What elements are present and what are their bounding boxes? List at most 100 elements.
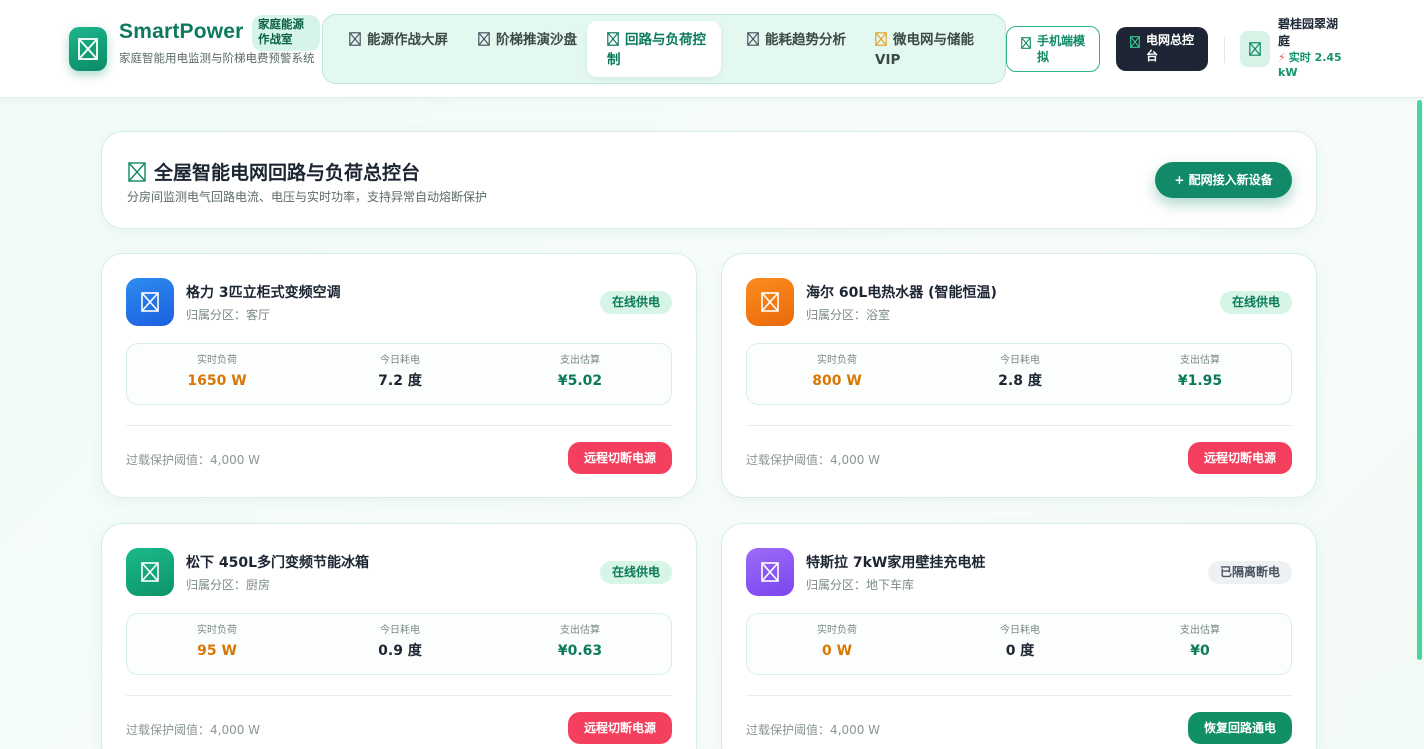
stat-load: 实时负荷 1650 W (127, 354, 307, 392)
device-stats-panel: 实时负荷 1650 W 今日耗电 7.2 度 支出估算 ¥5.02 (126, 343, 672, 405)
stat-label: 今日耗电 (1000, 625, 1040, 636)
stat-cost-value: ¥0.63 (557, 643, 603, 659)
nav-tab-label: 阶梯推演沙盘 (496, 32, 577, 48)
stat-energy: 今日耗电 7.2 度 (310, 354, 490, 392)
dashboard-icon (349, 32, 361, 46)
brand-name: SmartPower (119, 20, 244, 43)
overload-threshold: 过载保护阈值：4,000 W (126, 723, 261, 737)
stat-energy-value: 7.2 度 (378, 373, 422, 389)
device-card: 格力 3匹立柜式变频空调 归属分区：客厅 在线供电实时负荷 1650 W 今日耗电 7.2… (101, 253, 697, 498)
page-title-text: 全屋智能电网回路与负荷总控台 (154, 162, 421, 184)
stat-energy: 今日耗电 0.9 度 (310, 624, 490, 662)
page-scrollbar[interactable] (1417, 100, 1422, 660)
overload-threshold: 过载保护阈值：4,000 W (746, 453, 881, 467)
device-zone: 归属分区：浴室 (806, 308, 891, 322)
stat-label: 支出估算 (1180, 625, 1220, 636)
circuit-icon (607, 32, 619, 46)
refrigerator-icon (141, 562, 159, 582)
home-icon (1249, 42, 1261, 56)
control-panel-icon (128, 161, 146, 182)
stat-cost: 支出估算 ¥5.02 (490, 354, 670, 392)
trend-icon (747, 32, 759, 46)
stat-load-value: 95 W (197, 643, 237, 659)
stat-label: 今日耗电 (380, 355, 420, 366)
cut-power-button[interactable]: 远程切断电源 (1188, 442, 1292, 474)
device-zone: 归属分区：地下车库 (806, 578, 915, 592)
stat-load-value: 800 W (812, 373, 862, 389)
nav-tab-label: 回路与负荷控制 (607, 32, 706, 68)
device-icon-tile (746, 278, 794, 326)
user-avatar[interactable] (1240, 31, 1270, 67)
page-subtitle: 分房间监测电气回路电流、电压与实时功率，支持异常自动熔断保护 (127, 190, 488, 204)
stat-cost-value: ¥1.95 (1177, 373, 1223, 389)
status-badge: 在线供电 (1219, 291, 1292, 314)
stat-label: 今日耗电 (1000, 355, 1040, 366)
nav-tab-trend-analysis[interactable]: 能耗趋势分析 (727, 21, 861, 77)
cut-power-button[interactable]: 远程切断电源 (568, 442, 672, 474)
device-name: 海尔 60L电热水器 (智能恒温) (806, 285, 997, 301)
mobile-simulate-button[interactable]: 手机端模拟 (1006, 26, 1100, 72)
brand-badge: 家庭能源作战室 (252, 15, 320, 51)
user-community-name: 碧桂园翠湖庭 (1278, 17, 1339, 48)
ev-charger-icon (761, 562, 779, 582)
stat-energy: 今日耗电 0 度 (930, 624, 1110, 662)
logo (69, 27, 107, 71)
nav-tab-tier-sandbox[interactable]: 阶梯推演沙盘 (458, 21, 592, 77)
device-name: 松下 450L多门变频节能冰箱 (186, 555, 370, 571)
card-divider (746, 425, 1292, 426)
stat-cost-value: ¥0 (1190, 643, 1210, 659)
sandbox-icon (478, 32, 490, 46)
stat-label: 支出估算 (1180, 355, 1220, 366)
cut-power-button[interactable]: 远程切断电源 (568, 712, 672, 744)
device-name: 特斯拉 7kW家用壁挂充电桩 (806, 555, 986, 571)
device-icon-tile (746, 548, 794, 596)
air-conditioner-icon (141, 292, 159, 312)
overload-threshold: 过载保护阈值：4,000 W (126, 453, 261, 467)
status-badge: 在线供电 (599, 291, 672, 314)
header-divider (1224, 37, 1225, 63)
microgrid-icon (875, 32, 887, 46)
stat-label: 支出估算 (560, 355, 600, 366)
stat-load-value: 1650 W (187, 373, 247, 389)
nav-tab-microgrid-vip[interactable]: 微电网与储能VIP (855, 21, 1003, 77)
mobile-icon (1021, 37, 1031, 49)
stat-energy: 今日耗电 2.8 度 (930, 354, 1110, 392)
nav-tab-circuit-control[interactable]: 回路与负荷控制 (587, 21, 721, 77)
device-zone: 归属分区：客厅 (186, 308, 271, 322)
stat-energy-value: 0.9 度 (378, 643, 422, 659)
mobile-simulate-label: 手机端模拟 (1037, 34, 1086, 64)
device-icon-tile (126, 278, 174, 326)
nav-tab-label: 微电网与储能VIP (875, 32, 974, 68)
stat-load-value: 0 W (821, 643, 853, 659)
status-badge: 已隔离断电 (1207, 561, 1292, 584)
nav-tab-label: 能耗趋势分析 (765, 32, 846, 48)
main-nav: 能源作战大屏 阶梯推演沙盘 回路与负荷控制 能耗趋势分析 微电网与储能VIP (322, 14, 1006, 84)
realtime-power-readout: ⚡ 实时 2.45 kW (1278, 50, 1358, 80)
nav-tab-energy-dashboard[interactable]: 能源作战大屏 (329, 21, 463, 77)
water-heater-icon (761, 292, 779, 312)
device-card: 特斯拉 7kW家用壁挂充电桩 归属分区：地下车库 已隔离断电实时负荷 0 W 今日耗电 0… (721, 523, 1317, 749)
card-divider (126, 695, 672, 696)
page-header-panel: 全屋智能电网回路与负荷总控台 分房间监测电气回路电流、电压与实时功率，支持异常自… (101, 131, 1317, 229)
device-zone: 归属分区：厨房 (186, 578, 271, 592)
device-name: 格力 3匹立柜式变频空调 (186, 285, 341, 301)
stat-label: 今日耗电 (380, 625, 420, 636)
stat-label: 实时负荷 (817, 355, 857, 366)
stat-label: 实时负荷 (817, 625, 857, 636)
bolt-icon: ⚡ (1278, 51, 1286, 64)
stat-energy-value: 0 度 (1005, 643, 1035, 659)
grid-console-button[interactable]: 电网总控台 (1116, 27, 1208, 71)
device-stats-panel: 实时负荷 0 W 今日耗电 0 度 支出估算 ¥0 (746, 613, 1292, 675)
device-card: 海尔 60L电热水器 (智能恒温) 归属分区：浴室 在线供电实时负荷 800 W 今日耗… (721, 253, 1317, 498)
page-title: 全屋智能电网回路与负荷总控台 (128, 158, 420, 185)
device-stats-panel: 实时负荷 95 W 今日耗电 0.9 度 支出估算 ¥0.63 (126, 613, 672, 675)
device-card: 松下 450L多门变频节能冰箱 归属分区：厨房 在线供电 实时负荷 95 W 今日耗电 0.… (101, 523, 697, 749)
stat-cost: 支出估算 ¥1.95 (1110, 354, 1290, 392)
card-divider (126, 425, 672, 426)
brand-subtitle: 家庭智能用电监测与阶梯电费预警系统 (119, 51, 315, 65)
stat-energy-value: 2.8 度 (998, 373, 1042, 389)
stat-load: 实时负荷 95 W (127, 624, 307, 662)
restore-power-button[interactable]: 恢复回路通电 (1188, 712, 1292, 744)
stat-cost: 支出估算 ¥0 (1110, 624, 1290, 662)
add-device-button[interactable]: + 配网接入新设备 (1155, 162, 1292, 198)
